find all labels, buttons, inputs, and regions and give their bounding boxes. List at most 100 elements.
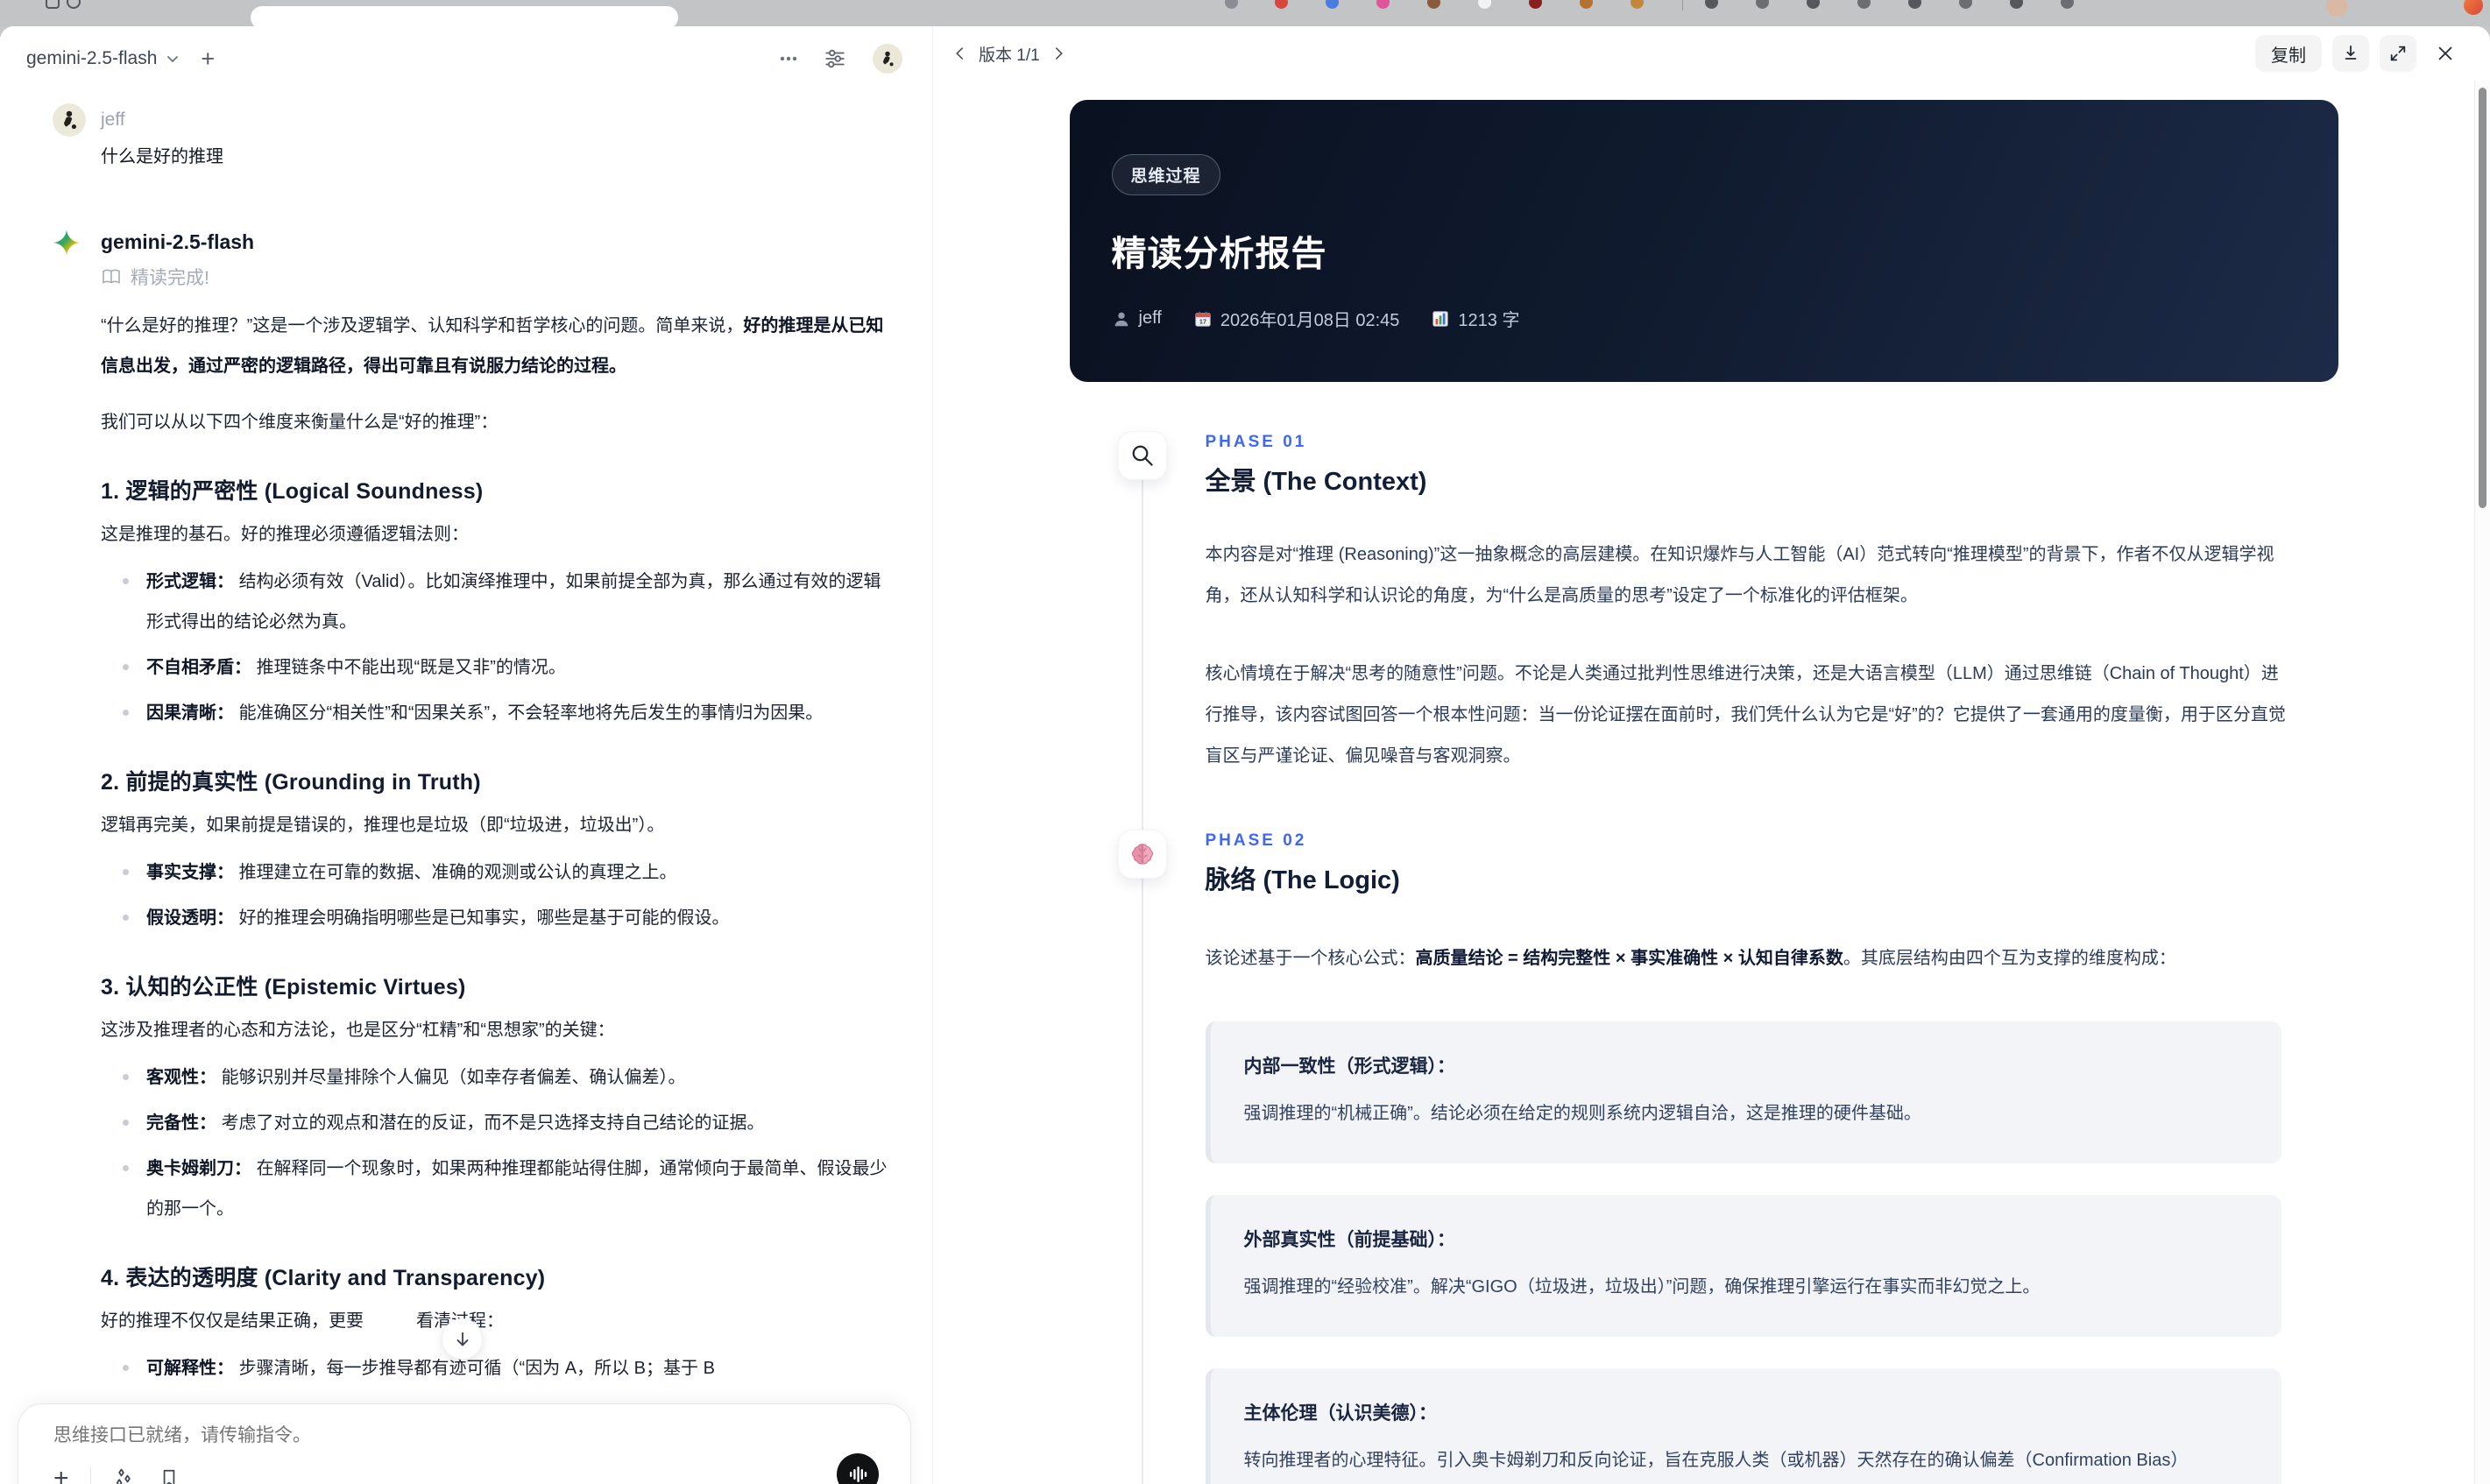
phase-body: 该论述基于一个核心公式：高质量结论 = 结构完整性 × 事实准确性 × 认知自律… [1118,896,2338,1484]
browser-profile-icon[interactable] [2464,0,2483,15]
quote-box-title: 外部真实性（前提基础）： [1243,1230,1456,1250]
list-item: 因果清晰： 能准确区分“相关性”和“因果关系”，不会轻率地将先后发生的事情归为因… [101,693,889,733]
section-intro: 好的推理不仅仅是结果正确，更要看清过程： [101,1311,504,1331]
phase-paragraph: 该论述基于一个核心公式：高质量结论 = 结构完整性 × 事实准确性 × 认知自律… [1205,949,2176,968]
quote-box: 内部一致性（形式逻辑）： 强调推理的“机械正确”。结论必须在给定的规则系统内逻辑… [1205,1021,2281,1163]
extension-icon[interactable] [1807,0,1820,9]
reading-status: 精读完成! [101,264,889,290]
close-button[interactable] [2427,35,2464,72]
report-meta: jeff 17 2026年01月08日 02:45 1213 字 [1112,306,2296,331]
scroll-to-bottom-button[interactable] [442,1318,483,1360]
bookmark-icon[interactable] [158,1467,180,1484]
list-item: 不自相矛盾： 推理链条中不能出现“既是又非”的情况。 [101,647,889,688]
attach-button[interactable]: + [53,1466,69,1484]
tune-settings-icon[interactable] [824,47,846,70]
scrollbar-track[interactable] [2474,81,2490,1484]
extension-icon[interactable] [1478,0,1491,9]
copy-button[interactable]: 复制 [2255,35,2322,72]
phase-label: PHASE 01 [1205,433,1307,451]
quote-box-title: 主体伦理（认识美德）： [1243,1403,1438,1424]
brain-icon [1117,830,1167,879]
download-button[interactable] [2332,35,2369,72]
sparkle-skills-icon[interactable] [112,1466,137,1484]
word-count-meta: 1213 字 [1431,306,1519,331]
artifact-panel: 版本 1/1 复制 思维过程 精读分析报告 jeff 17 2026年01月08… [932,26,2490,1484]
chevron-right-icon[interactable] [1050,46,1066,61]
more-options-icon[interactable] [778,48,799,69]
quote-box: 外部真实性（前提基础）： 强调推理的“经验校准”。解决“GIGO（垃圾进，垃圾出… [1205,1195,2281,1337]
expand-icon [2390,46,2406,61]
artifact-header: 版本 1/1 复制 [933,26,2474,81]
chat-panel: gemini-2.5-flash + jeff 什么是好的推理 gemini-2… [0,26,932,1484]
status-badge: 思维过程 [1111,154,1220,195]
phase-title: 脉络 (The Logic) [1205,866,1400,894]
phase-paragraph: 本内容是对“推理 (Reasoning)”这一抽象概念的高层建模。在知识爆炸与人… [1205,545,2274,605]
browser-tab-fragment [46,0,60,9]
chevron-down-icon[interactable] [166,52,180,66]
extension-icon[interactable] [1529,0,1542,9]
date-meta: 17 2026年01月08日 02:45 [1193,306,1399,331]
author-meta: jeff [1112,308,1162,329]
user-avatar[interactable] [873,44,902,74]
extension-icon[interactable] [2061,0,2074,9]
section-heading: 1. 逻辑的严密性 (Logical Soundness) [101,479,484,504]
extension-icon[interactable] [1376,0,1390,9]
list-item: 可解释性： 步骤清晰，每一步推导都有迹可循（“因为 A，所以 B；基于 B [101,1348,889,1389]
new-chat-button[interactable]: + [201,46,215,73]
phase-section: PHASE 01 全景 (The Context) [1117,431,2338,498]
section-intro: 逻辑再完美，如果前提是错误的，推理也是垃圾（即“垃圾进，垃圾出”）。 [101,816,665,835]
arrow-down-icon [456,1332,468,1346]
list-item: 奥卡姆剃刀： 在解释同一个现象时，如果两种推理都能站得住脚，通常倾向于最简单、假… [101,1148,889,1229]
section-intro: 这是推理的基石。好的推理必须遵循逻辑法则： [101,525,469,544]
extension-icon[interactable] [2010,0,2023,9]
version-label: 版本 1/1 [979,46,1040,65]
extension-icon[interactable] [1959,0,1972,9]
phase-heading: PHASE 02 脉络 (The Logic) [1206,830,2338,896]
browser-chrome [0,0,2490,29]
quote-box: 主体伦理（认识美德）： 转向推理者的心理特征。引入奥卡姆剃刀和反向论证，旨在克服… [1205,1368,2281,1484]
extension-icon[interactable] [1275,0,1288,9]
expand-button[interactable] [2380,35,2416,72]
message-input[interactable] [53,1425,875,1446]
extension-icon[interactable] [1857,0,1871,9]
phase-title: 全景 (The Context) [1205,468,1427,496]
assistant-paragraph: 我们可以从以下四个维度来衡量什么是“好的推理”： [101,413,499,432]
calendar-icon: 17 [1195,311,1211,327]
extension-icon[interactable] [1326,0,1339,9]
artifact-scroll-area[interactable]: 思维过程 精读分析报告 jeff 17 2026年01月08日 02:45 12… [933,81,2474,1484]
close-icon [2438,46,2452,60]
phase-heading: PHASE 01 全景 (The Context) [1206,431,2338,498]
quote-box-title: 内部一致性（形式逻辑）： [1243,1056,1456,1077]
message-composer: + [18,1403,911,1484]
browser-avatar[interactable] [2326,0,2347,17]
scrollbar-thumb[interactable] [2479,88,2486,508]
book-icon [103,269,120,284]
bullet-list: 客观性： 能够识别并尽量排除个人偏见（如幸存者偏差、确认偏差）。 完备性： 考虑… [101,1057,889,1229]
extension-icon[interactable] [1631,0,1644,9]
sender-name: jeff [101,110,125,130]
chat-scroll-area[interactable]: jeff 什么是好的推理 gemini-2.5-flash 精读完成! “什么是… [0,91,932,1484]
extension-icon[interactable] [1908,0,1921,9]
list-item: 形式逻辑： 结构必须有效（Valid）。比如演绎推理中，如果前提全部为真，那么通… [101,562,889,642]
bullet-list: 可解释性： 步骤清晰，每一步推导都有迹可循（“因为 A，所以 B；基于 B [101,1348,889,1389]
app-window: gemini-2.5-flash + jeff 什么是好的推理 gemini-2… [0,26,2490,1484]
extension-icon[interactable] [1580,0,1593,9]
quote-box-body: 转向推理者的心理特征。引入奥卡姆剃刀和反向论证，旨在克服人类（或机器）天然存在的… [1243,1451,2189,1470]
browser-tab-fragment [67,0,81,9]
voice-input-button[interactable] [837,1453,879,1484]
extension-icon[interactable] [1427,0,1440,9]
person-icon [1114,312,1128,326]
quote-box-body: 强调推理的“机械正确”。结论必须在给定的规则系统内逻辑自洽，这是推理的硬件基础。 [1243,1104,1921,1123]
bullet-list: 事实支撑： 推理建立在可靠的数据、准确的观测或公认的真理之上。 假设透明： 好的… [101,852,889,938]
phase-body: 本内容是对“推理 (Reasoning)”这一抽象概念的高层建模。在知识爆炸与人… [1118,498,2338,777]
extension-icon[interactable] [1225,0,1238,9]
toolbar-separator [1682,0,1683,11]
chevron-left-icon[interactable] [952,46,968,61]
section-intro: 这涉及推理者的心态和方法论，也是区分“杠精”和“思想家”的关键： [101,1021,615,1040]
composer-toolbar: + [53,1466,180,1484]
extension-icon[interactable] [1705,0,1718,9]
user-message-text: 什么是好的推理 [101,147,223,166]
chat-header: gemini-2.5-flash + [0,26,932,91]
model-selector[interactable]: gemini-2.5-flash [26,48,157,69]
extension-icon[interactable] [1756,0,1769,9]
